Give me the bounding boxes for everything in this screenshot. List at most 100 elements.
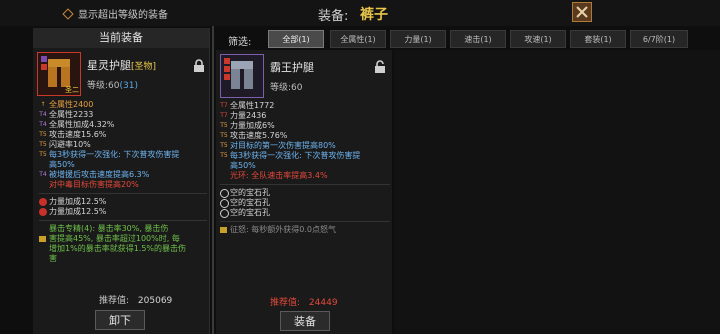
cand-stat-row: 光环: 全队速击率提高3.4% [220, 171, 390, 181]
filter-tab[interactable]: 全属性(1) [330, 30, 386, 48]
empty-socket-row[interactable]: 空的宝石孔 [220, 198, 390, 208]
set-bonus-text: 害提高45%, 暴击率超过100%时, 每 [49, 234, 180, 243]
gem-row[interactable]: 力量加成12.5% [39, 197, 207, 207]
filter-tab[interactable]: 6/7阶(1) [630, 30, 688, 48]
socket-separator [220, 221, 390, 222]
unlock-icon[interactable] [374, 60, 386, 73]
cand-stat-row: T5 每3秒获得一次强化: 下次普攻伤害提 [220, 151, 390, 161]
show-over-level-option[interactable]: 显示超出等级的装备 [62, 6, 168, 21]
current-item-name-row: 星灵护腿[圣物] [87, 57, 156, 73]
candidate-item-name: 霸王护腿 [270, 61, 314, 74]
cand-stat-text: 光环: 全队速击率提高3.4% [230, 171, 328, 180]
filter-tab[interactable]: 力量(1) [390, 30, 446, 48]
leggings-icon [224, 58, 253, 89]
candidate-equipment-panel[interactable]: 霸王护腿 等级:60 T7 全属性1772 T7 力量2436 T5 力量加成6% T5 攻击… [216, 50, 392, 334]
cand-stat-text: 高50% [230, 161, 256, 170]
tier-badge: T5 [39, 131, 47, 138]
candidate-recommend-value: 24449 [308, 298, 338, 308]
candidate-recommend: 推荐值: 24449 [270, 295, 338, 308]
set-bonus-text: 暴击专精(4): 暴击率30%, 暴击伤 [49, 224, 169, 233]
cand-stat-row: T5 攻击速度5.76% [220, 131, 390, 141]
socket-text: 空的宝石孔 [230, 188, 270, 197]
lock-icon[interactable] [193, 59, 205, 72]
current-item-icon[interactable]: 圣二 [37, 52, 81, 96]
unequip-button[interactable]: 卸下 [95, 310, 145, 330]
tier-badge: T5 [220, 132, 228, 139]
cur-stat-text: 全属性2233 [49, 110, 94, 119]
current-recommend: 推荐值: 205069 [99, 293, 172, 306]
checkbox-diamond-icon[interactable] [62, 7, 74, 20]
stat-separator [39, 193, 207, 194]
cur-stat-text: 每3秒获得一次强化: 下次普攻伤害提 [49, 150, 180, 159]
cand-stat-text: 力量2436 [230, 111, 267, 120]
current-item-tag: [圣物] [131, 62, 157, 72]
socket-text: 空的宝石孔 [230, 198, 270, 207]
gem-separator [39, 220, 207, 221]
red-gem-icon [39, 208, 47, 216]
tier-badge: T5 [220, 152, 228, 159]
cur-stat-text: 全属性2400 [49, 100, 94, 109]
cand-stat-text: 每3秒获得一次强化: 下次普攻伤害提 [230, 151, 361, 160]
tier-badge: T7 [220, 112, 228, 119]
cur-stat-row: ↑ 全属性2400 [39, 100, 207, 110]
filter-tab[interactable]: 全部(1) [268, 30, 324, 48]
book-icon [39, 236, 46, 242]
tier-badge: T4 [39, 121, 47, 128]
cand-stat-text: 全属性1772 [230, 101, 275, 110]
cand-stat-row: T7 全属性1772 [220, 101, 390, 111]
tier-badge: T5 [220, 142, 228, 149]
cur-stat-text: 对中毒目标伤害提高20% [49, 180, 139, 189]
current-equipment-title: 当前装备 [33, 28, 209, 48]
book-icon [220, 227, 227, 233]
empty-socket-icon [220, 189, 229, 198]
candidate-item-level: 等级:60 [270, 83, 303, 93]
show-over-level-label: 显示超出等级的装备 [78, 10, 168, 21]
cur-stat-row: T5 攻击速度15.6% [39, 130, 207, 140]
current-recommend-label: 推荐值: [99, 296, 130, 306]
cand-stat-text: 攻击速度5.76% [230, 131, 288, 140]
candidate-set-line: 征怒: 每秒额外获得0.0点怒气 [220, 225, 390, 235]
socket-text: 空的宝石孔 [230, 208, 270, 217]
empty-socket-icon [220, 209, 229, 218]
cur-stat-text: 被增援后攻击速度提高6.3% [49, 170, 150, 179]
panel-divider [212, 26, 214, 334]
filter-tab[interactable]: 速击(1) [450, 30, 506, 48]
close-button[interactable] [572, 2, 592, 22]
cand-stat-row: T5 力量加成6% [220, 121, 390, 131]
cur-stat-row: 对中毒目标伤害提高20% [39, 180, 207, 190]
candidate-stat-list: T7 全属性1772 T7 力量2436 T5 力量加成6% T5 攻击速度5.76% T5 对目… [220, 101, 390, 235]
filter-tab[interactable]: 套装(1) [570, 30, 626, 48]
cand-stat-row: 高50% [220, 161, 390, 171]
equip-slot-value: 裤子 [360, 7, 388, 23]
current-equipment-panel: 当前装备 圣二 星灵护腿[圣物] 等级:60(31) ↑ 全属性2400 T4 全属性… [33, 28, 210, 334]
current-stat-list: ↑ 全属性2400 T4 全属性2233 T4 全属性加成4.32% T5 攻击速度15.6%… [39, 100, 207, 264]
gem-text: 力量加成12.5% [49, 207, 107, 216]
empty-socket-row[interactable]: 空的宝石孔 [220, 188, 390, 198]
set-bonus-line: 增加1%的暴击率就获得1.5%的暴击伤 [39, 244, 207, 254]
set-bonus-text: 害 [49, 254, 57, 263]
cur-stat-text: 全属性加成4.32% [49, 120, 115, 129]
equip-button[interactable]: 装备 [280, 311, 330, 331]
current-recommend-value: 205069 [137, 296, 173, 306]
filter-tab[interactable]: 攻速(1) [510, 30, 566, 48]
gem-row[interactable]: 力量加成12.5% [39, 207, 207, 217]
cand-stat-text: 对目标的第一次伤害提高80% [230, 141, 336, 150]
empty-socket-icon [220, 199, 229, 208]
cur-stat-row: T5 闪避率10% [39, 140, 207, 150]
empty-socket-row[interactable]: 空的宝石孔 [220, 208, 390, 218]
top-bar: 显示超出等级的装备 装备: 裤子 [0, 0, 720, 26]
current-item-name: 星灵护腿 [87, 59, 131, 72]
cur-stat-text: 闪避率10% [49, 140, 91, 149]
current-level-text: 等级:60 [87, 81, 120, 91]
cur-stat-row: T4 全属性2233 [39, 110, 207, 120]
candidate-recommend-label: 推荐值: [270, 298, 301, 308]
cand-stat-text: 力量加成6% [230, 121, 275, 130]
current-item-level: 等级:60(31) [87, 78, 138, 91]
gem-text: 力量加成12.5% [49, 197, 107, 206]
candidate-item-icon[interactable] [220, 54, 264, 98]
tier-badge: T4 [39, 111, 47, 118]
cur-stat-row: T4 全属性加成4.32% [39, 120, 207, 130]
stat-separator [220, 184, 390, 185]
cand-stat-row: T7 力量2436 [220, 111, 390, 121]
filter-label: 筛选: [228, 37, 252, 48]
